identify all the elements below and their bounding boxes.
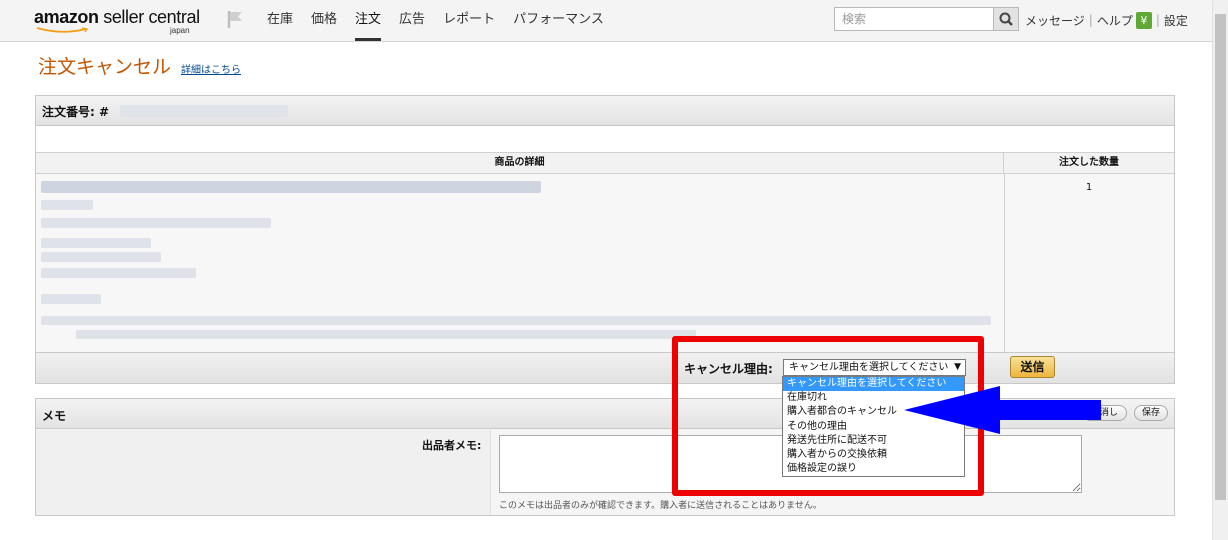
order-number-label: 注文番号: #: [42, 105, 110, 119]
logo-seller-central-text: seller central: [98, 7, 200, 27]
redacted-product-title: [41, 181, 541, 193]
settings-link[interactable]: 設定: [1164, 12, 1188, 29]
main-nav: 在庫 価格 注文 広告 レポート パフォーマンス: [258, 0, 613, 42]
seller-memo-label: 出品者メモ:: [422, 439, 482, 452]
top-navigation-bar: amazon seller central japan 在庫 価格 注文 広告 …: [0, 0, 1212, 42]
memo-privacy-note: このメモは出品者のみが確認できます。購入者に送信されることはありません。: [499, 501, 822, 511]
redacted-product-info: [41, 238, 151, 248]
yen-badge-icon[interactable]: ¥: [1135, 11, 1152, 29]
redacted-product-info: [41, 268, 196, 278]
nav-inventory[interactable]: 在庫: [258, 0, 302, 42]
ordered-quantity-header: 注文した数量: [1004, 152, 1174, 174]
product-row: 1: [36, 174, 1174, 352]
scrollbar-thumb[interactable]: [1215, 14, 1226, 500]
vertical-scrollbar[interactable]: [1212, 0, 1228, 540]
logo-japan-text: japan: [170, 26, 190, 35]
blue-arrow-annotation: [904, 386, 1101, 434]
order-header: 注文番号: #: [36, 96, 1174, 126]
search-button[interactable]: [993, 7, 1019, 31]
nav-orders[interactable]: 注文: [346, 0, 390, 42]
memo-save-label: 保存: [1141, 408, 1160, 418]
nav-pricing[interactable]: 価格: [302, 0, 346, 42]
order-panel: 注文番号: # 商品の詳細 注文した数量 1 キャンセル理由: キャンセル理由を…: [35, 95, 1175, 384]
submit-button[interactable]: 送信: [1010, 356, 1055, 378]
search-icon: [999, 12, 1013, 26]
redacted-product-info: [41, 200, 93, 210]
separator: |: [1088, 13, 1093, 27]
redacted-product-info: [76, 330, 696, 339]
help-link[interactable]: ヘルプ: [1097, 12, 1133, 29]
memo-save-button[interactable]: 保存: [1134, 405, 1168, 421]
product-details-header: 商品の詳細: [36, 152, 1004, 174]
top-links: メッセージ | ヘルプ ¥ | 設定: [1025, 10, 1188, 30]
messages-link[interactable]: メッセージ: [1025, 12, 1085, 29]
redacted-product-info: [41, 252, 161, 262]
amazon-smile-icon: [36, 27, 89, 33]
separator: |: [1155, 13, 1160, 27]
redacted-product-info: [41, 218, 271, 228]
amazon-seller-central-logo[interactable]: amazon seller central japan: [34, 6, 200, 38]
details-link[interactable]: 詳細はこちら: [181, 61, 241, 76]
flag-icon[interactable]: [225, 9, 245, 29]
column-divider: [1004, 174, 1005, 352]
redacted-product-info: [41, 316, 991, 325]
page-title: 注文キャンセル: [38, 56, 172, 78]
redacted-product-info: [41, 294, 101, 304]
quantity-value: 1: [1085, 182, 1093, 193]
nav-reports[interactable]: レポート: [434, 0, 504, 42]
search-input[interactable]: [834, 7, 993, 31]
logo-amazon-text: amazon: [34, 7, 99, 27]
nav-performance[interactable]: パフォーマンス: [504, 0, 613, 42]
memo-title: メモ: [42, 409, 67, 423]
redacted-order-number: [120, 105, 288, 117]
search-box: [834, 7, 1019, 31]
nav-advertising[interactable]: 広告: [390, 0, 434, 42]
cancel-reason-row: [36, 352, 1174, 383]
